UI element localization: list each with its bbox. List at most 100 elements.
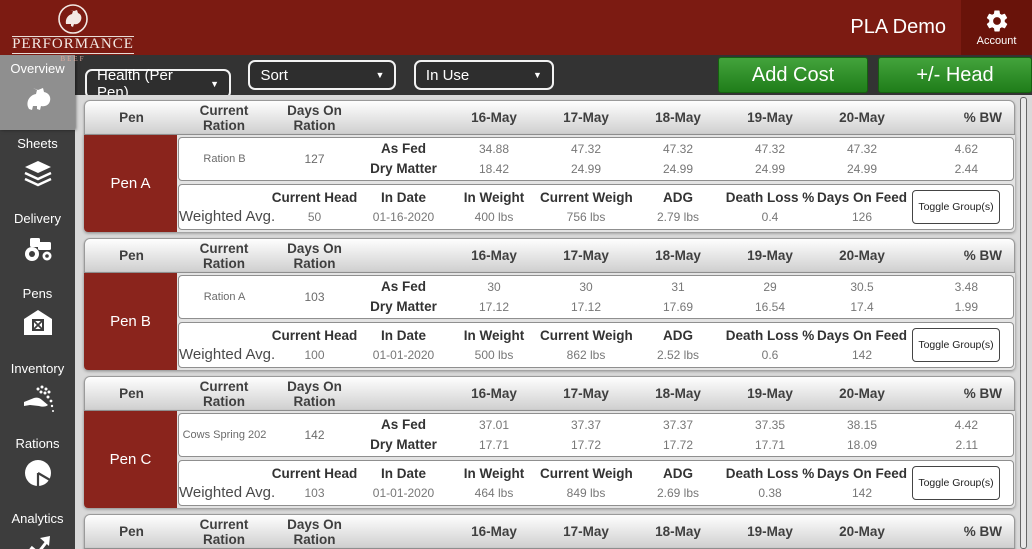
days-on-feed-stat: Days On Feed 126	[816, 185, 908, 229]
filter-dropdown[interactable]: Health (Per Pen) ▼	[85, 69, 231, 99]
pie-chart-icon	[20, 455, 56, 491]
adg-stat: ADG 2.69 lbs	[632, 461, 724, 505]
account-button[interactable]: Account	[961, 0, 1032, 55]
current-weigh-stat: Current Weigh 862 lbs	[540, 323, 632, 367]
col-header-pct-bw: % BW	[908, 386, 1016, 401]
feed-day-values: 47.3224.99	[816, 138, 908, 180]
pen-section: Pen Current Ration Days On Ration 16-May…	[84, 100, 1015, 232]
gear-icon	[984, 8, 1010, 34]
pen-section: Pen Current Ration Days On Ration 16-May…	[84, 376, 1015, 508]
weighted-avg-label: Weighted Avg.	[179, 323, 270, 367]
feed-day-values: 3017.12	[540, 276, 632, 318]
app-header: PERFORMANCE BEEF PLA Demo Account	[0, 0, 1032, 55]
brand-name: PERFORMANCE	[12, 36, 134, 52]
col-header-date: 20-May	[816, 524, 908, 539]
performance-beef-logo: PERFORMANCE BEEF	[12, 2, 134, 63]
col-header-date: 19-May	[724, 110, 816, 125]
sidebar-item-label: Analytics	[11, 511, 63, 526]
days-on-feed-stat: Days On Feed 142	[816, 461, 908, 505]
col-header-date: 18-May	[632, 386, 724, 401]
pen-name[interactable]: Pen A	[84, 135, 177, 232]
sidebar: Overview Sheets Delivery Pens Inventory	[0, 55, 75, 549]
sidebar-item-label: Delivery	[14, 211, 61, 226]
sidebar-item-label: Overview	[10, 61, 64, 76]
in-weight-stat: In Weight 464 lbs	[448, 461, 540, 505]
days-on-ration-value: 103	[270, 290, 359, 304]
pen-table-header: Pen Current Ration Days On Ration 16-May…	[84, 238, 1015, 273]
in-use-dropdown-value: In Use	[426, 67, 469, 84]
barn-icon	[20, 305, 56, 341]
col-header-pen: Pen	[85, 110, 178, 125]
pen-name[interactable]: Pen C	[84, 411, 177, 508]
sidebar-item-overview[interactable]: Overview	[0, 55, 75, 130]
col-header-date: 16-May	[448, 386, 540, 401]
sidebar-item-label: Sheets	[17, 136, 57, 151]
days-on-ration-value: 127	[270, 152, 359, 166]
toggle-groups-button[interactable]: Toggle Group(s)	[912, 190, 999, 224]
pen-table-header: Pen Current Ration Days On Ration 16-May…	[84, 514, 1015, 549]
col-header-days-on-ration: Days On Ration	[270, 379, 359, 409]
pct-bw-values: 4.622.44	[908, 138, 1004, 180]
col-header-date: 19-May	[724, 386, 816, 401]
brand-sub: BEEF	[12, 53, 134, 63]
death-loss-stat: Death Loss % 0.4	[724, 185, 816, 229]
feed-hand-icon	[20, 380, 56, 416]
add-cost-button[interactable]: Add Cost	[718, 57, 868, 93]
ration-feed-card: Ration B 127 As Fed Dry Matter 34.8818.4…	[178, 137, 1014, 181]
vertical-scrollbar[interactable]	[1020, 97, 1027, 549]
death-loss-stat: Death Loss % 0.38	[724, 461, 816, 505]
in-use-dropdown[interactable]: In Use ▼	[414, 60, 554, 90]
col-header-current-ration: Current Ration	[178, 517, 270, 547]
col-header-days-on-ration: Days On Ration	[270, 241, 359, 271]
days-on-feed-stat: Days On Feed 142	[816, 323, 908, 367]
feed-day-values: 38.1518.09	[816, 414, 908, 456]
pen-name[interactable]: Pen B	[84, 273, 177, 370]
plus-minus-head-button[interactable]: +/- Head	[878, 57, 1032, 93]
feed-day-values: 2916.54	[724, 276, 816, 318]
sidebar-item-label: Pens	[23, 286, 53, 301]
col-header-pen: Pen	[85, 248, 178, 263]
dry-matter-label: Dry Matter	[359, 435, 448, 455]
account-label: Account	[977, 35, 1017, 47]
weighted-avg-label: Weighted Avg.	[179, 461, 270, 505]
col-header-date: 17-May	[540, 386, 632, 401]
col-header-date: 16-May	[448, 248, 540, 263]
col-header-date: 20-May	[816, 248, 908, 263]
col-header-pct-bw: % BW	[908, 248, 1016, 263]
sidebar-item-label: Inventory	[11, 361, 64, 376]
sidebar-item-pens[interactable]: Pens	[0, 280, 75, 355]
sidebar-item-inventory[interactable]: Inventory	[0, 355, 75, 430]
pct-bw-values: 3.481.99	[908, 276, 1004, 318]
col-header-date: 17-May	[540, 248, 632, 263]
col-header-date: 19-May	[724, 524, 816, 539]
col-header-days-on-ration: Days On Ration	[270, 517, 359, 547]
sidebar-item-delivery[interactable]: Delivery	[0, 205, 75, 280]
feed-day-values: 30.517.4	[816, 276, 908, 318]
feed-day-values: 37.3517.71	[724, 414, 816, 456]
sort-dropdown-value: Sort	[260, 67, 288, 84]
col-header-days-on-ration: Days On Ration	[270, 103, 359, 133]
toolbar: Health (Per Pen) ▼ Sort ▼ In Use ▼ Add C…	[75, 55, 1032, 95]
col-header-current-ration: Current Ration	[178, 241, 270, 271]
sort-dropdown[interactable]: Sort ▼	[248, 60, 396, 90]
sidebar-item-analytics[interactable]: Analytics	[0, 505, 75, 549]
dry-matter-label: Dry Matter	[359, 297, 448, 317]
pen-section: Pen Current Ration Days On Ration 16-May…	[84, 238, 1015, 370]
col-header-date: 17-May	[540, 110, 632, 125]
sidebar-item-rations[interactable]: Rations	[0, 430, 75, 505]
feed-day-values: 37.3717.72	[540, 414, 632, 456]
col-header-date: 20-May	[816, 386, 908, 401]
trend-arrow-icon	[20, 530, 56, 549]
chevron-down-icon: ▼	[533, 70, 542, 80]
tractor-icon	[20, 230, 56, 266]
col-header-current-ration: Current Ration	[178, 379, 270, 409]
current-weigh-stat: Current Weigh 756 lbs	[540, 185, 632, 229]
toggle-groups-button[interactable]: Toggle Group(s)	[912, 466, 999, 500]
toggle-groups-button[interactable]: Toggle Group(s)	[912, 328, 999, 362]
pen-section: Pen Current Ration Days On Ration 16-May…	[84, 514, 1015, 549]
col-header-date: 17-May	[540, 524, 632, 539]
col-header-pen: Pen	[85, 386, 178, 401]
as-fed-label: As Fed	[359, 139, 448, 159]
feed-day-values: 3117.69	[632, 276, 724, 318]
sidebar-item-sheets[interactable]: Sheets	[0, 130, 75, 205]
